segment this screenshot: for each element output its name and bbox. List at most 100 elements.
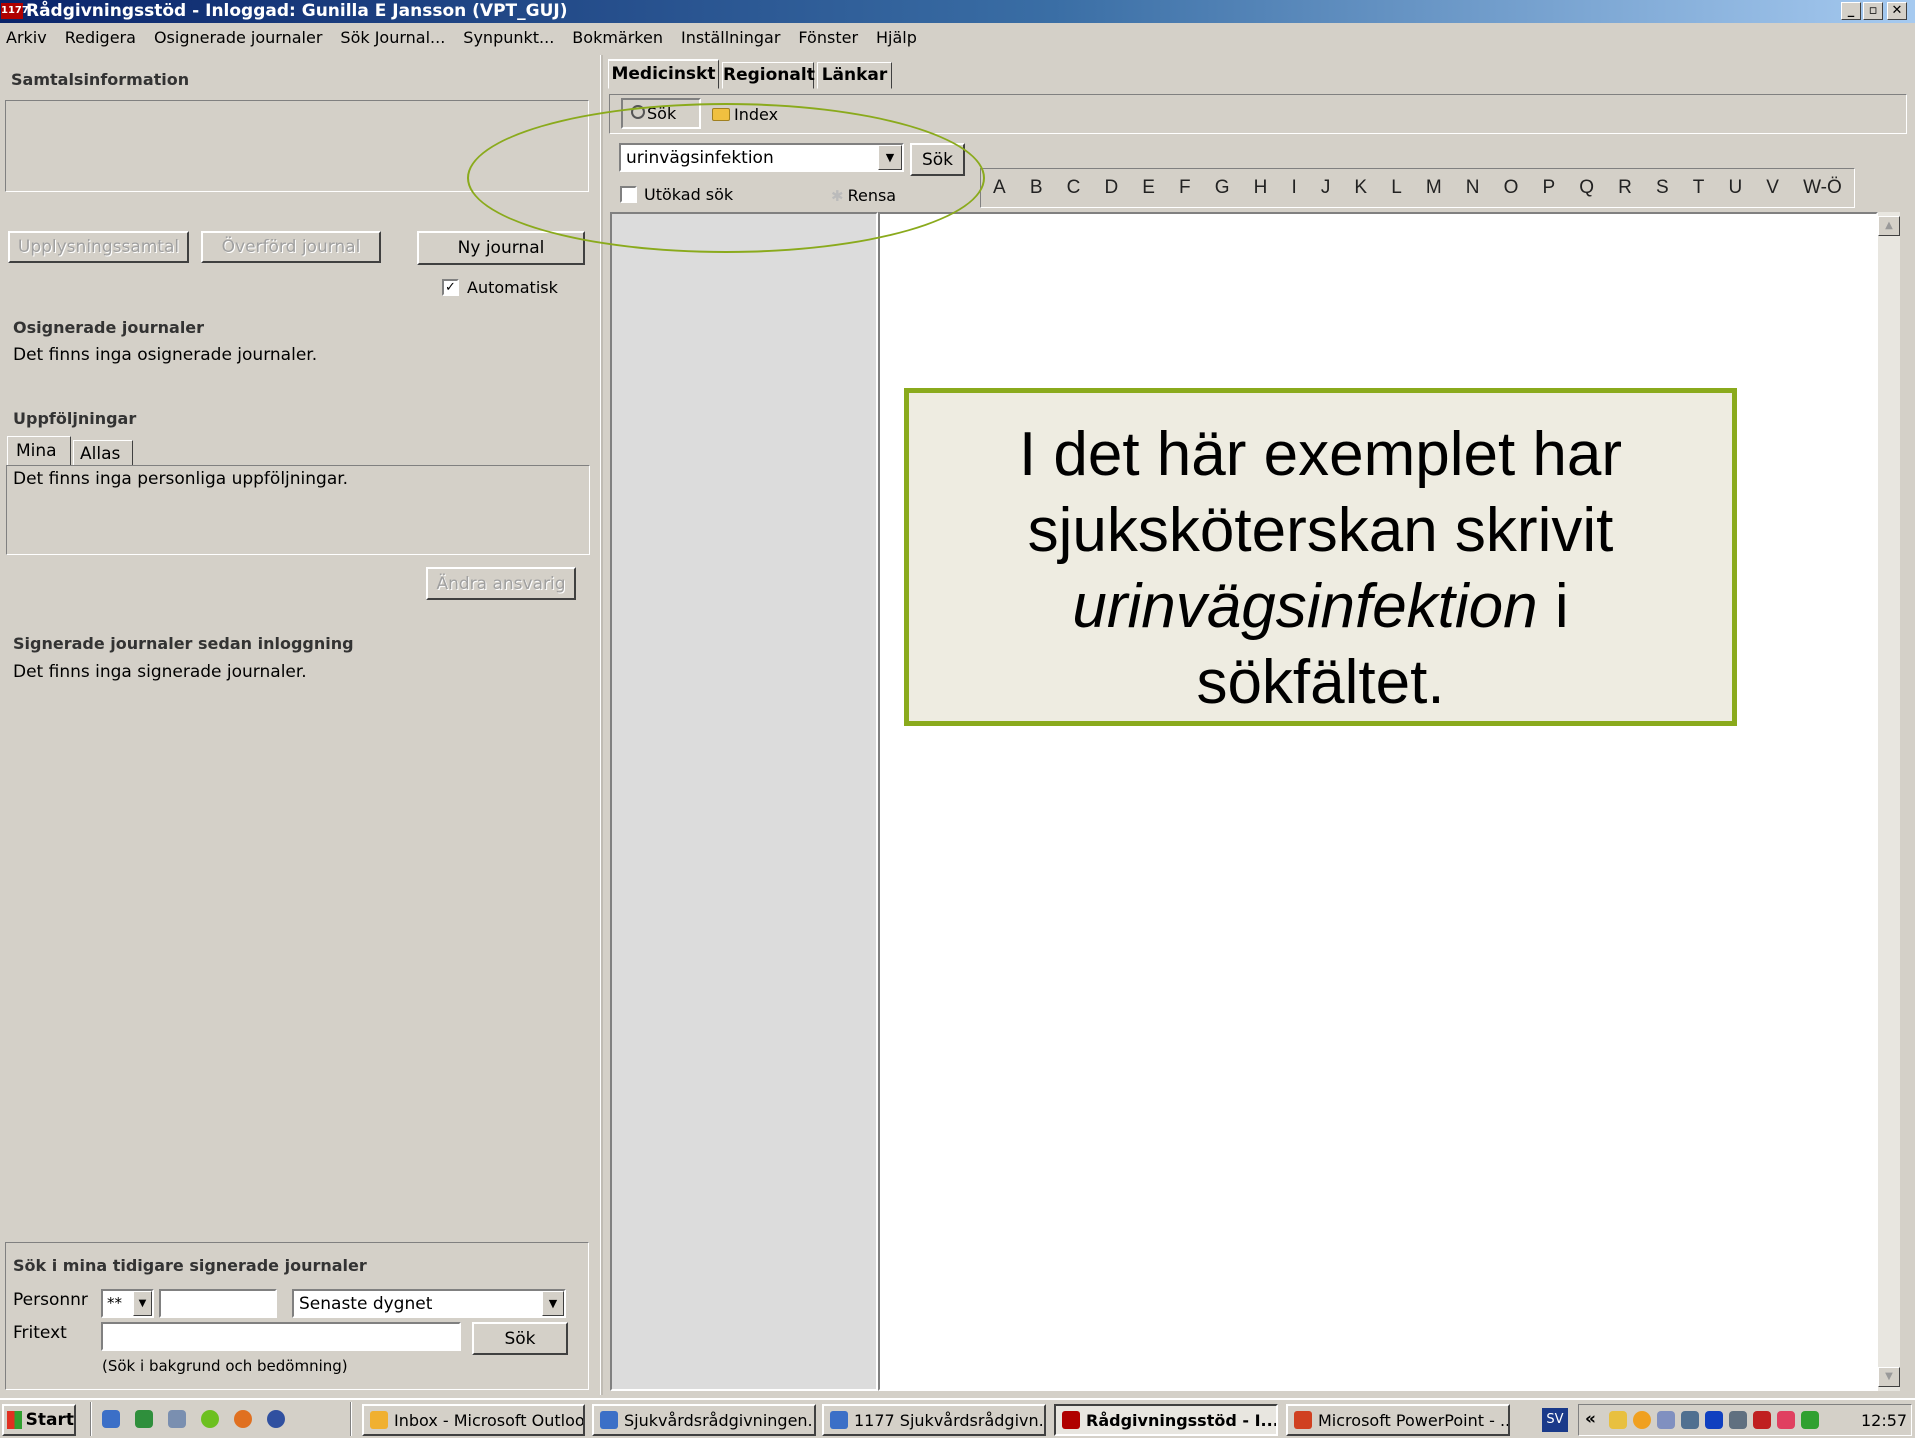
letter-s[interactable]: S bbox=[1656, 177, 1669, 199]
taskbar: Start Inbox - Microsoft Outlook Sjukvård… bbox=[0, 1398, 1915, 1438]
clock: 12:57 bbox=[1861, 1411, 1908, 1430]
task-powerpoint-label: Microsoft PowerPoint - ... bbox=[1318, 1410, 1510, 1430]
outlook-icon bbox=[370, 1411, 388, 1429]
alphabet-index: A B C D E F G H I J K L M N O P Q R S T … bbox=[980, 168, 1855, 208]
letter-k[interactable]: K bbox=[1354, 177, 1367, 199]
tab-lankar[interactable]: Länkar bbox=[817, 62, 892, 89]
overford-journal-button[interactable]: Överförd journal bbox=[201, 231, 381, 263]
lime-icon[interactable] bbox=[201, 1410, 219, 1428]
automatisk-checkbox[interactable]: ✓ bbox=[442, 279, 459, 296]
letter-b[interactable]: B bbox=[1030, 177, 1043, 199]
start-label: Start bbox=[25, 1410, 74, 1430]
menu-sok-journal[interactable]: Sök Journal... bbox=[340, 28, 445, 47]
letter-p[interactable]: P bbox=[1543, 177, 1556, 199]
menu-installningar[interactable]: Inställningar bbox=[681, 28, 780, 47]
fritext-input[interactable] bbox=[101, 1322, 461, 1351]
menu-synpunkt[interactable]: Synpunkt... bbox=[463, 28, 554, 47]
fritext-label: Fritext bbox=[13, 1323, 67, 1343]
panel-splitter[interactable] bbox=[600, 55, 603, 1395]
language-indicator[interactable]: SV bbox=[1542, 1408, 1568, 1432]
letter-r[interactable]: R bbox=[1618, 177, 1632, 199]
task-powerpoint[interactable]: Microsoft PowerPoint - ... bbox=[1286, 1404, 1510, 1436]
period-value: Senaste dygnet bbox=[299, 1294, 433, 1314]
letter-a[interactable]: A bbox=[993, 177, 1006, 199]
letter-o[interactable]: O bbox=[1504, 177, 1519, 199]
scroll-down-icon[interactable]: ▼ bbox=[1878, 1367, 1900, 1387]
tab-allas[interactable]: Allas bbox=[73, 440, 133, 466]
restore-button[interactable]: ▫ bbox=[1863, 2, 1883, 20]
letter-c[interactable]: C bbox=[1067, 177, 1081, 199]
letter-l[interactable]: L bbox=[1391, 177, 1402, 199]
bluetooth-icon[interactable] bbox=[1705, 1411, 1723, 1429]
tab-regionalt[interactable]: Regionalt bbox=[722, 62, 815, 89]
osignerade-heading: Osignerade journaler bbox=[13, 318, 205, 337]
letter-m[interactable]: M bbox=[1426, 177, 1442, 199]
menu-arkiv[interactable]: Arkiv bbox=[6, 28, 47, 47]
task-sjukvardsradgivningen[interactable]: Sjukvårdsrådgivningen... bbox=[592, 1404, 816, 1436]
period-select[interactable]: Senaste dygnet ▼ bbox=[292, 1289, 566, 1318]
letter-g[interactable]: G bbox=[1215, 177, 1230, 199]
menu-fonster[interactable]: Fönster bbox=[798, 28, 858, 47]
callout-term: urinvägsinfektion bbox=[1072, 572, 1538, 641]
andra-ansvarig-button[interactable]: Ändra ansvarig bbox=[426, 567, 576, 600]
scroll-up-icon[interactable]: ▲ bbox=[1878, 216, 1900, 236]
menu-bokmarken[interactable]: Bokmärken bbox=[572, 28, 663, 47]
ie-icon[interactable] bbox=[102, 1410, 120, 1428]
upplysningssamtal-button[interactable]: Upplysningssamtal bbox=[8, 231, 189, 263]
app-logo-icon: 1177 bbox=[1, 3, 29, 19]
content-scrollbar[interactable]: ▲ ▼ bbox=[1878, 212, 1900, 1391]
menu-redigera[interactable]: Redigera bbox=[65, 28, 136, 47]
letter-j[interactable]: J bbox=[1321, 177, 1331, 199]
letter-v[interactable]: V bbox=[1766, 177, 1779, 199]
taskbar-divider bbox=[350, 1402, 352, 1436]
uppfoljningar-text: Det finns inga personliga uppföljningar. bbox=[13, 469, 349, 489]
letter-n[interactable]: N bbox=[1466, 177, 1480, 199]
task-outlook[interactable]: Inbox - Microsoft Outlook bbox=[362, 1404, 585, 1436]
ny-journal-button[interactable]: Ny journal bbox=[417, 231, 585, 265]
tray-icons bbox=[1609, 1411, 1819, 1429]
task-radgivningsstod[interactable]: Rådgivningsstöd - I... bbox=[1054, 1404, 1278, 1436]
letter-d[interactable]: D bbox=[1104, 177, 1118, 199]
ie-icon bbox=[600, 1411, 618, 1429]
result-list[interactable] bbox=[610, 212, 878, 1391]
personnr-input[interactable] bbox=[159, 1289, 277, 1318]
letter-i[interactable]: I bbox=[1291, 177, 1296, 199]
chevron-down-icon[interactable]: ▼ bbox=[133, 1291, 152, 1316]
menu-hjalp[interactable]: Hjälp bbox=[876, 28, 917, 47]
tab-medicinskt[interactable]: Medicinskt bbox=[608, 59, 719, 89]
letter-w-o[interactable]: W-Ö bbox=[1803, 177, 1842, 199]
media-player-icon[interactable] bbox=[267, 1410, 285, 1428]
start-button[interactable]: Start bbox=[2, 1404, 76, 1436]
samtal-heading: Samtalsinformation bbox=[11, 70, 190, 89]
system-tray: « 12:57 bbox=[1578, 1404, 1912, 1436]
tools-icon[interactable] bbox=[1681, 1411, 1699, 1429]
uppfoljningar-heading: Uppföljningar bbox=[13, 409, 137, 428]
firefox-icon[interactable] bbox=[234, 1410, 252, 1428]
antivirus-icon[interactable] bbox=[1753, 1411, 1771, 1429]
security-icon[interactable] bbox=[1777, 1411, 1795, 1429]
letter-u[interactable]: U bbox=[1728, 177, 1742, 199]
usb-icon[interactable] bbox=[1729, 1411, 1747, 1429]
personnr-prefix-select[interactable]: ** ▼ bbox=[101, 1289, 154, 1318]
chevron-down-icon[interactable]: ▼ bbox=[542, 1291, 564, 1316]
menu-osignerade-journaler[interactable]: Osignerade journaler bbox=[154, 28, 322, 47]
signed-search-button[interactable]: Sök bbox=[472, 1322, 568, 1355]
letter-e[interactable]: E bbox=[1142, 177, 1155, 199]
letter-t[interactable]: T bbox=[1693, 177, 1705, 199]
network-icon[interactable] bbox=[1657, 1411, 1675, 1429]
letter-h[interactable]: H bbox=[1254, 177, 1268, 199]
calculator-icon[interactable] bbox=[168, 1410, 186, 1428]
excel-icon[interactable] bbox=[135, 1410, 153, 1428]
task-1177[interactable]: 1177 Sjukvårdsrådgivn... bbox=[822, 1404, 1046, 1436]
tab-mina[interactable]: Mina bbox=[7, 436, 71, 466]
window-title: Rådgivningsstöd - Inloggad: Gunilla E Ja… bbox=[26, 1, 568, 21]
display-icon[interactable] bbox=[1801, 1411, 1819, 1429]
clock-icon[interactable] bbox=[1633, 1411, 1651, 1429]
minimize-button[interactable]: _ bbox=[1841, 2, 1861, 20]
mail-icon[interactable] bbox=[1609, 1411, 1627, 1429]
close-button[interactable]: ✕ bbox=[1887, 2, 1907, 20]
task-sjukvard-label: Sjukvårdsrådgivningen... bbox=[624, 1410, 816, 1430]
tray-expand-icon[interactable]: « bbox=[1585, 1409, 1596, 1429]
letter-q[interactable]: Q bbox=[1579, 177, 1594, 199]
letter-f[interactable]: F bbox=[1179, 177, 1191, 199]
